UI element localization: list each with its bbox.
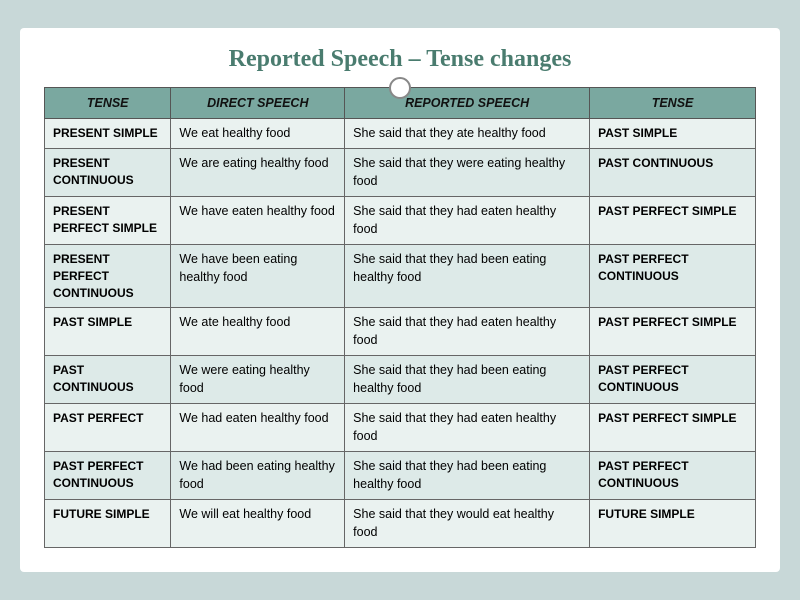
table-row: PAST SIMPLEWe ate healthy foodShe said t…	[45, 308, 756, 356]
cell-tense: PRESENT SIMPLE	[45, 118, 171, 149]
cell-tense: PAST PERFECT CONTINUOUS	[45, 452, 171, 500]
table-row: PRESENT PERFECT CONTINUOUSWe have been e…	[45, 245, 756, 308]
cell-reported-speech: She said that they had eaten healthy foo…	[345, 308, 590, 356]
table-row: PRESENT SIMPLEWe eat healthy foodShe sai…	[45, 118, 756, 149]
cell-tense: PRESENT PERFECT SIMPLE	[45, 197, 171, 245]
table-row: PRESENT CONTINUOUSWe are eating healthy …	[45, 149, 756, 197]
cell-tense: PAST PERFECT	[45, 404, 171, 452]
cell-direct-speech: We are eating healthy food	[171, 149, 345, 197]
cell-reported-speech: She said that they had been eating healt…	[345, 356, 590, 404]
cell-reported-speech: She said that they would eat healthy foo…	[345, 500, 590, 548]
cell-tense2: PAST PERFECT SIMPLE	[590, 308, 756, 356]
cell-direct-speech: We have eaten healthy food	[171, 197, 345, 245]
table-wrapper: TENSE DIRECT SPEECH REPORTED SPEECH TENS…	[44, 87, 756, 549]
header-reported-speech: REPORTED SPEECH	[345, 87, 590, 118]
table-row: PAST PERFECT CONTINUOUSWe had been eatin…	[45, 452, 756, 500]
cell-tense2: PAST PERFECT CONTINUOUS	[590, 452, 756, 500]
cell-direct-speech: We ate healthy food	[171, 308, 345, 356]
cell-reported-speech: She said that they ate healthy food	[345, 118, 590, 149]
cell-tense2: PAST PERFECT SIMPLE	[590, 197, 756, 245]
tense-table: TENSE DIRECT SPEECH REPORTED SPEECH TENS…	[44, 87, 756, 549]
header-tense2: TENSE	[590, 87, 756, 118]
cell-direct-speech: We had been eating healthy food	[171, 452, 345, 500]
cell-direct-speech: We were eating healthy food	[171, 356, 345, 404]
table-row: PRESENT PERFECT SIMPLEWe have eaten heal…	[45, 197, 756, 245]
cell-reported-speech: She said that they were eating healthy f…	[345, 149, 590, 197]
cell-tense2: PAST PERFECT CONTINUOUS	[590, 245, 756, 308]
cell-tense: PAST SIMPLE	[45, 308, 171, 356]
circle-decoration	[389, 77, 411, 99]
header-tense: TENSE	[45, 87, 171, 118]
table-row: PAST PERFECTWe had eaten healthy foodShe…	[45, 404, 756, 452]
cell-tense2: PAST SIMPLE	[590, 118, 756, 149]
header-direct-speech: DIRECT SPEECH	[171, 87, 345, 118]
cell-direct-speech: We have been eating healthy food	[171, 245, 345, 308]
cell-tense: PRESENT CONTINUOUS	[45, 149, 171, 197]
cell-tense: PRESENT PERFECT CONTINUOUS	[45, 245, 171, 308]
table-row: PAST CONTINUOUSWe were eating healthy fo…	[45, 356, 756, 404]
cell-tense2: PAST PERFECT CONTINUOUS	[590, 356, 756, 404]
card: Reported Speech – Tense changes TENSE DI…	[20, 28, 780, 573]
cell-tense: FUTURE SIMPLE	[45, 500, 171, 548]
cell-tense2: FUTURE SIMPLE	[590, 500, 756, 548]
cell-direct-speech: We will eat healthy food	[171, 500, 345, 548]
cell-reported-speech: She said that they had eaten healthy foo…	[345, 404, 590, 452]
cell-tense2: PAST PERFECT SIMPLE	[590, 404, 756, 452]
cell-tense: PAST CONTINUOUS	[45, 356, 171, 404]
cell-reported-speech: She said that they had been eating healt…	[345, 245, 590, 308]
cell-tense2: PAST CONTINUOUS	[590, 149, 756, 197]
cell-reported-speech: She said that they had eaten healthy foo…	[345, 197, 590, 245]
table-row: FUTURE SIMPLEWe will eat healthy foodShe…	[45, 500, 756, 548]
cell-direct-speech: We eat healthy food	[171, 118, 345, 149]
cell-direct-speech: We had eaten healthy food	[171, 404, 345, 452]
page-title: Reported Speech – Tense changes	[44, 46, 756, 73]
cell-reported-speech: She said that they had been eating healt…	[345, 452, 590, 500]
